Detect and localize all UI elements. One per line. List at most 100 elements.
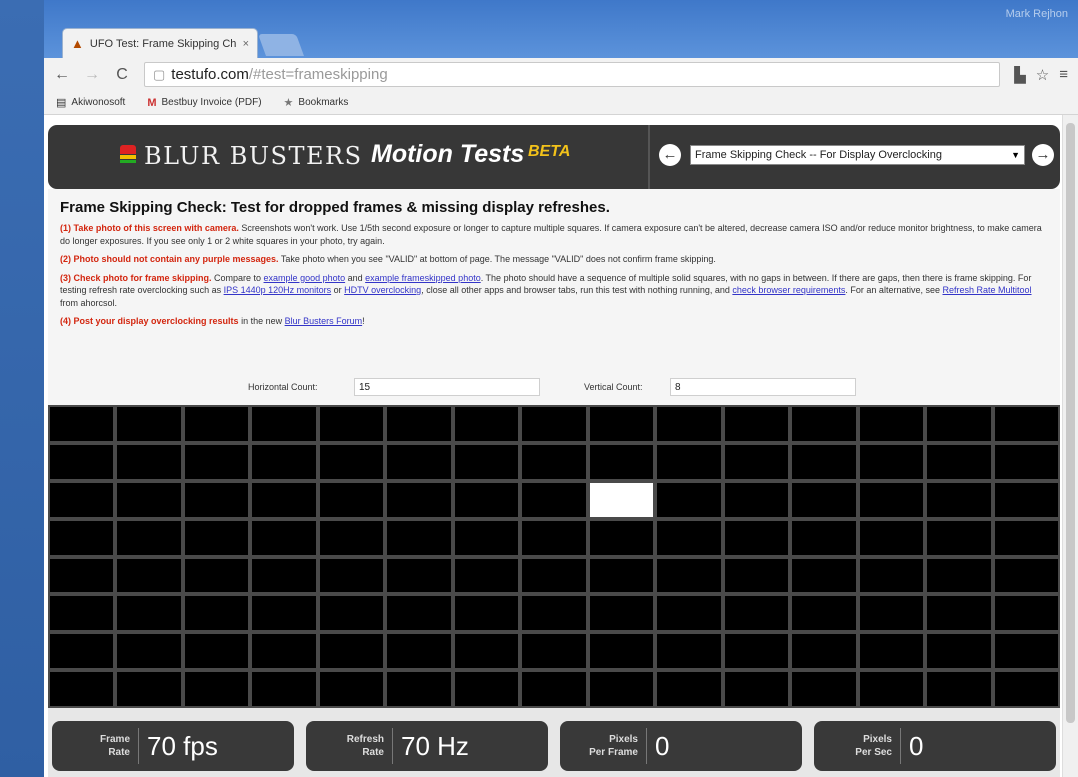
grid-cell	[859, 672, 924, 706]
instructions-panel: Frame Skipping Check: Test for dropped f…	[48, 189, 1060, 369]
stat-value: 0	[655, 730, 670, 761]
tab-frame-skipping[interactable]: ▲ UFO Test: Frame Skipping Ch ×	[62, 28, 258, 58]
grid-cell	[994, 596, 1058, 631]
grid-cell	[387, 634, 451, 669]
grid-cell	[117, 444, 181, 479]
horizontal-count-label: Horizontal Count:	[248, 382, 318, 392]
grid-cell	[387, 407, 451, 441]
grid-cell	[724, 672, 789, 706]
logo-text[interactable]: BLUR BUSTERS	[144, 142, 363, 170]
grid-cell	[724, 558, 789, 593]
reload-icon[interactable]: C	[114, 66, 130, 84]
example-good-photo-link[interactable]: example good photo	[264, 273, 346, 283]
next-test-arrow-icon[interactable]: →	[1032, 144, 1054, 166]
grid-cell	[387, 482, 451, 517]
step-3-text: or	[331, 285, 345, 295]
horizontal-count-input[interactable]	[354, 378, 540, 396]
grid-cell	[994, 558, 1058, 593]
page-content: BLUR BUSTERS Motion Tests BETA ← Frame S…	[44, 115, 1078, 777]
tab-title: UFO Test: Frame Skipping Ch	[89, 37, 237, 50]
grid-cell	[522, 558, 586, 593]
step-3-heading: (3) Check photo for frame skipping.	[60, 272, 212, 283]
grid-cell	[117, 634, 181, 669]
stat-label-line: Rate	[362, 747, 384, 758]
grid-cell	[724, 634, 789, 669]
test-selector-dropdown[interactable]: Frame Skipping Check -- For Display Over…	[690, 145, 1025, 165]
grid-cell	[50, 558, 114, 593]
instruction-step-1: (1) Take photo of this screen with camer…	[60, 222, 1048, 247]
tab-close-icon[interactable]: ×	[243, 38, 249, 50]
grid-cell	[859, 520, 924, 555]
grid-cell	[792, 444, 856, 479]
step-1-heading: (1) Take photo of this screen with camer…	[60, 223, 239, 233]
grid-cell	[522, 407, 586, 441]
grid-cell	[117, 482, 181, 517]
grid-cell	[589, 672, 654, 706]
grid-cell	[387, 558, 451, 593]
grid-cell	[50, 482, 114, 517]
scrollbar-thumb[interactable]	[1066, 123, 1075, 723]
bookmark-item-2[interactable]: ★ Bookmarks	[284, 96, 349, 109]
menu-icon[interactable]: ≡	[1059, 66, 1068, 84]
back-arrow-icon[interactable]: ←	[54, 66, 70, 84]
stat-label-line: Per Frame	[589, 747, 638, 758]
grid-cell	[522, 520, 586, 555]
bookmark-label: Bestbuy Invoice (PDF)	[161, 97, 262, 108]
grid-cell	[50, 634, 114, 669]
stat-label-line: Per Sec	[855, 747, 892, 758]
forward-arrow-icon[interactable]: →	[84, 66, 100, 84]
grid-cell	[454, 558, 519, 593]
pixels-per-frame-stat: Pixels Per Frame 0	[560, 721, 802, 771]
grid-cell	[184, 407, 249, 441]
grid-cell	[522, 634, 586, 669]
grid-cell	[927, 634, 991, 669]
grid-cell	[994, 520, 1058, 555]
extension-icon[interactable]: ▙	[1014, 66, 1026, 84]
new-tab-button[interactable]	[257, 34, 305, 56]
grid-cell	[319, 558, 384, 593]
stat-value: 70 fps	[147, 730, 218, 761]
grid-cell	[724, 444, 789, 479]
browser-toolbar: ← → C ▢ testufo.com/#test=frameskipping …	[44, 58, 1078, 91]
banner-divider	[648, 125, 650, 189]
address-bar[interactable]: ▢ testufo.com/#test=frameskipping	[144, 62, 1001, 87]
grid-cell	[859, 634, 924, 669]
bookmark-item-1[interactable]: M Bestbuy Invoice (PDF)	[147, 97, 261, 109]
vertical-count-input[interactable]	[670, 378, 856, 396]
grid-cell	[184, 558, 249, 593]
ips-monitors-link[interactable]: IPS 1440p 120Hz monitors	[224, 285, 332, 295]
bookmarks-bar: ▤ Akiwonosoft M Bestbuy Invoice (PDF) ★ Boo…	[44, 91, 1078, 115]
grid-cell	[252, 558, 316, 593]
grid-cell	[522, 672, 586, 706]
vertical-count-label: Vertical Count:	[584, 382, 643, 392]
bookmark-item-0[interactable]: ▤ Akiwonosoft	[56, 96, 125, 109]
grid-cell	[117, 558, 181, 593]
grid-cell	[522, 596, 586, 631]
grid-cell	[589, 634, 654, 669]
step-2-heading: (2) Photo should not contain any purple …	[60, 254, 279, 264]
instruction-step-4: (4) Post your display overclocking resul…	[60, 315, 1048, 328]
step-2-text: Take photo when you see "VALID" at botto…	[278, 254, 716, 264]
desktop-background	[0, 0, 44, 777]
grid-cell	[994, 672, 1058, 706]
grid-cell	[184, 482, 249, 517]
grid-cell	[50, 520, 114, 555]
prev-test-arrow-icon[interactable]: ←	[659, 144, 681, 166]
grid-cell	[589, 520, 654, 555]
hdtv-overclocking-link[interactable]: HDTV overclocking	[344, 285, 421, 295]
grid-cell	[454, 634, 519, 669]
bookmark-star-icon[interactable]: ☆	[1036, 66, 1049, 84]
grid-cell	[657, 482, 721, 517]
gmail-icon: M	[147, 96, 157, 109]
title-bar: Mark Rejhon ▲ UFO Test: Frame Skipping C…	[44, 0, 1078, 58]
example-frameskipped-photo-link[interactable]: example frameskipped photo	[365, 273, 481, 283]
page-icon: ▢	[153, 66, 166, 82]
refresh-rate-multitool-link[interactable]: Refresh Rate Multitool	[942, 285, 1031, 295]
dropdown-caret-icon: ▼	[1011, 150, 1020, 160]
stat-divider	[392, 728, 393, 764]
browser-requirements-link[interactable]: check browser requirements	[732, 285, 845, 295]
instruction-step-3: (3) Check photo for frame skipping. Comp…	[60, 272, 1048, 310]
grid-cell	[454, 482, 519, 517]
page-scrollbar[interactable]	[1062, 115, 1078, 777]
forum-link[interactable]: Blur Busters Forum	[285, 316, 363, 326]
